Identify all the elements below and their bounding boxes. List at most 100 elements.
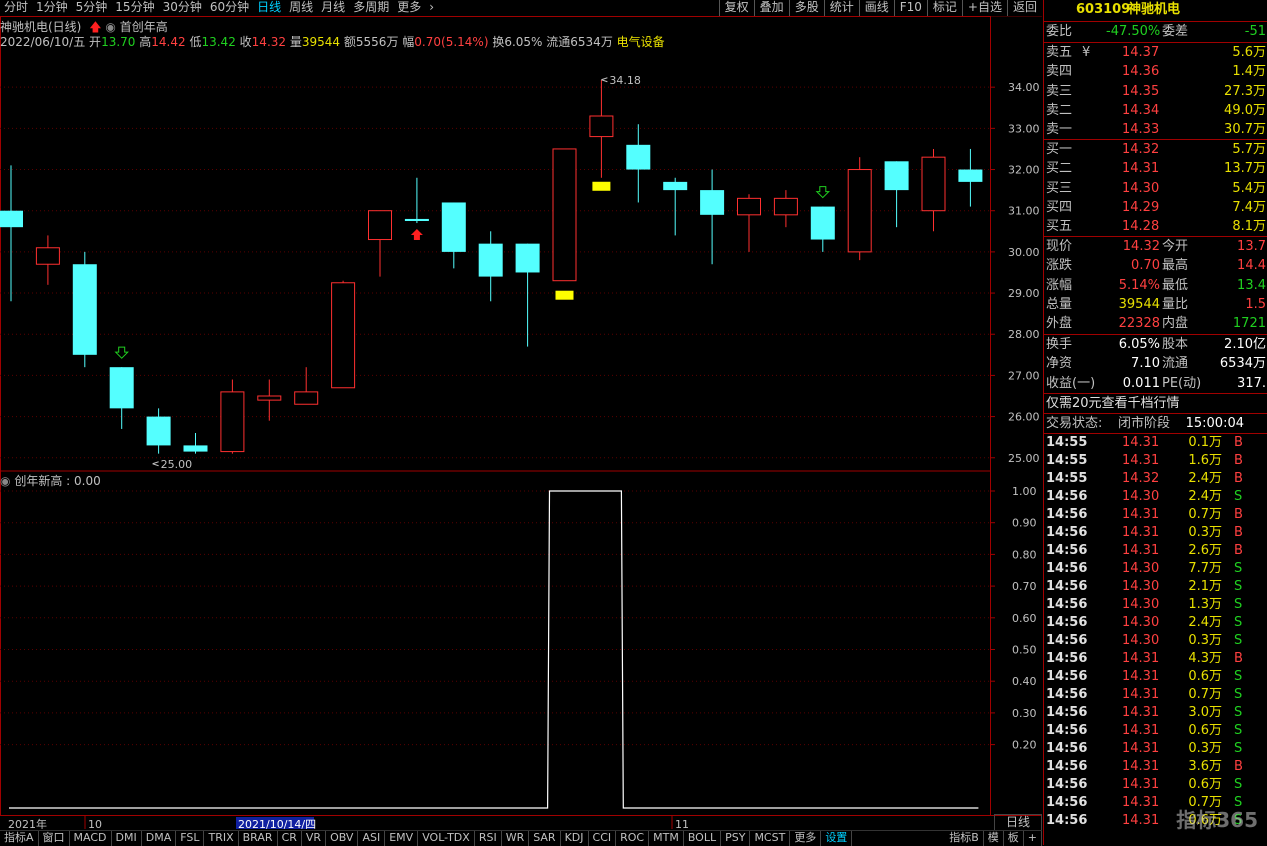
candle-body-down[interactable] <box>515 243 540 273</box>
candle-body-up[interactable] <box>773 197 798 216</box>
indicator-tab[interactable]: 设置 <box>821 831 853 846</box>
indicator-tab[interactable]: 指标A <box>0 831 39 846</box>
indicator-tab[interactable]: CCI <box>589 831 617 846</box>
indicator-tab[interactable]: KDJ <box>561 831 589 846</box>
period-tab[interactable]: 5分钟 <box>72 0 112 16</box>
candle-body-up[interactable] <box>737 197 761 216</box>
candle-body-down[interactable] <box>958 169 983 182</box>
period-tab[interactable]: 60分钟 <box>206 0 253 16</box>
period-tab[interactable]: 日线 <box>253 0 285 16</box>
indicator-tab[interactable]: ROC <box>616 831 650 846</box>
ask-price[interactable]: 14.33 <box>1122 120 1159 139</box>
candle-body-down[interactable] <box>626 144 651 170</box>
bid-price[interactable]: 14.29 <box>1122 198 1159 217</box>
tool-button[interactable]: 画线 <box>858 0 894 16</box>
indicator-tab[interactable]: MCST <box>750 831 791 846</box>
period-tab[interactable]: 1分钟 <box>32 0 72 16</box>
ask-price[interactable]: 14.37 <box>1122 43 1159 62</box>
indicator-tab-right[interactable]: 指标B <box>945 831 984 846</box>
tool-button[interactable]: F10 <box>893 0 927 16</box>
indicator-tab[interactable]: CR <box>278 831 302 846</box>
ask-price[interactable]: 14.36 <box>1122 62 1159 81</box>
tick-time: 14:56 <box>1046 579 1088 594</box>
candle-body-down[interactable] <box>183 445 208 452</box>
ask-price[interactable]: 14.35 <box>1122 82 1159 101</box>
candle-body-up[interactable] <box>294 391 319 405</box>
indicator-tab[interactable]: MACD <box>70 831 112 846</box>
candle-body-up[interactable] <box>847 169 872 253</box>
indicator-tab[interactable]: PSY <box>721 831 751 846</box>
candle-body-up[interactable] <box>35 247 60 265</box>
candle-body-up[interactable] <box>368 210 392 241</box>
candle-body-down[interactable] <box>109 367 134 409</box>
candle-body-down[interactable] <box>0 210 23 228</box>
sector-label[interactable]: 电气设备 <box>617 35 665 49</box>
indicator-tab[interactable]: VOL-TDX <box>418 831 475 846</box>
indicator-tab[interactable]: EMV <box>385 831 419 846</box>
candle-body-down[interactable] <box>478 243 503 277</box>
period-tab[interactable]: 更多 <box>393 0 425 16</box>
candle-body-down[interactable] <box>663 181 688 191</box>
candle-body-down[interactable] <box>146 416 171 446</box>
indicator-tab-right[interactable]: 板 <box>1004 831 1024 846</box>
indicator-name[interactable]: 首创年高 <box>120 20 168 34</box>
tool-button[interactable]: 统计 <box>823 0 859 16</box>
indicator-tab[interactable]: VR <box>302 831 327 846</box>
indicator-tab[interactable]: BOLL <box>684 831 722 846</box>
candle-body-down[interactable] <box>404 218 429 221</box>
period-tab[interactable]: 周线 <box>285 0 317 16</box>
tool-button[interactable]: 标记 <box>926 0 962 16</box>
stock-name[interactable]: 神驰机电 <box>1128 0 1180 19</box>
indicator-tab[interactable]: 窗口 <box>39 831 70 846</box>
indicator-tab[interactable]: MTM <box>649 831 684 846</box>
candle-body-down[interactable] <box>810 206 835 240</box>
quote-row: 总量 39544 量比 1.5 <box>1044 295 1267 314</box>
indicator-tab-right[interactable]: + <box>1024 831 1042 846</box>
bid-price[interactable]: 14.28 <box>1122 217 1159 236</box>
sub-indicator-name[interactable]: 创年新高 <box>14 474 62 488</box>
period-axis-tab[interactable]: 日线 <box>994 814 1042 831</box>
indicator-tab[interactable]: TRIX <box>204 831 239 846</box>
candle-body-up[interactable] <box>921 156 946 212</box>
stock-code[interactable]: 603109 <box>1076 0 1130 19</box>
indicator-tab[interactable]: BRAR <box>239 831 278 846</box>
tool-button[interactable]: 多股 <box>788 0 824 16</box>
candle-body-up[interactable] <box>220 391 245 453</box>
indicator-tab[interactable]: DMI <box>112 831 142 846</box>
tool-button[interactable]: +自选 <box>961 0 1007 16</box>
indicator-tab[interactable]: DMA <box>142 831 177 846</box>
period-tab[interactable]: 分时 <box>0 0 32 16</box>
bid-price[interactable]: 14.31 <box>1122 159 1159 178</box>
indicator-tab[interactable]: ASI <box>358 831 386 846</box>
candle-body-down[interactable] <box>72 264 97 355</box>
candle-body-down[interactable] <box>700 190 725 215</box>
tool-button[interactable]: 复权 <box>718 0 754 16</box>
period-tab[interactable]: 30分钟 <box>159 0 206 16</box>
indicator-tab[interactable]: RSI <box>475 831 502 846</box>
indicator-tab-right[interactable]: 模 <box>984 831 1004 846</box>
period-tab[interactable]: 月线 <box>317 0 349 16</box>
indicator-tab[interactable]: FSL <box>176 831 205 846</box>
kline-chart[interactable]: 34.00 33.00 32.00 31.00 30.00 29.00 28.00 27.00… <box>0 16 1042 829</box>
promo-link[interactable]: 仅需20元查看千档行情 <box>1046 394 1180 413</box>
candle-body-up[interactable] <box>552 148 577 282</box>
period-tab[interactable]: 多周期 <box>349 0 393 16</box>
settings-circle-icon[interactable]: ◉ <box>105 20 115 34</box>
bid-price[interactable]: 14.32 <box>1122 140 1159 159</box>
candle-body-up[interactable] <box>331 282 356 389</box>
candle-body-down[interactable] <box>441 202 466 252</box>
bid-price[interactable]: 14.30 <box>1122 179 1159 198</box>
period-tab[interactable]: 15分钟 <box>111 0 158 16</box>
candle-body-up[interactable] <box>257 395 282 401</box>
ask-price[interactable]: 14.34 <box>1122 101 1159 120</box>
candle-body-up[interactable] <box>589 115 614 138</box>
tool-button[interactable]: 叠加 <box>753 0 789 16</box>
indicator-tab[interactable]: OBV <box>326 831 359 846</box>
settings-circle-icon[interactable]: ◉ <box>0 474 10 488</box>
indicator-tab[interactable]: SAR <box>529 831 561 846</box>
tool-button[interactable]: 返回 <box>1006 0 1042 16</box>
indicator-tab[interactable]: 更多 <box>790 831 822 846</box>
indicator-tab[interactable]: WR <box>502 831 530 846</box>
more-arrow-icon[interactable]: › <box>425 0 438 16</box>
candle-body-down[interactable] <box>884 161 909 191</box>
